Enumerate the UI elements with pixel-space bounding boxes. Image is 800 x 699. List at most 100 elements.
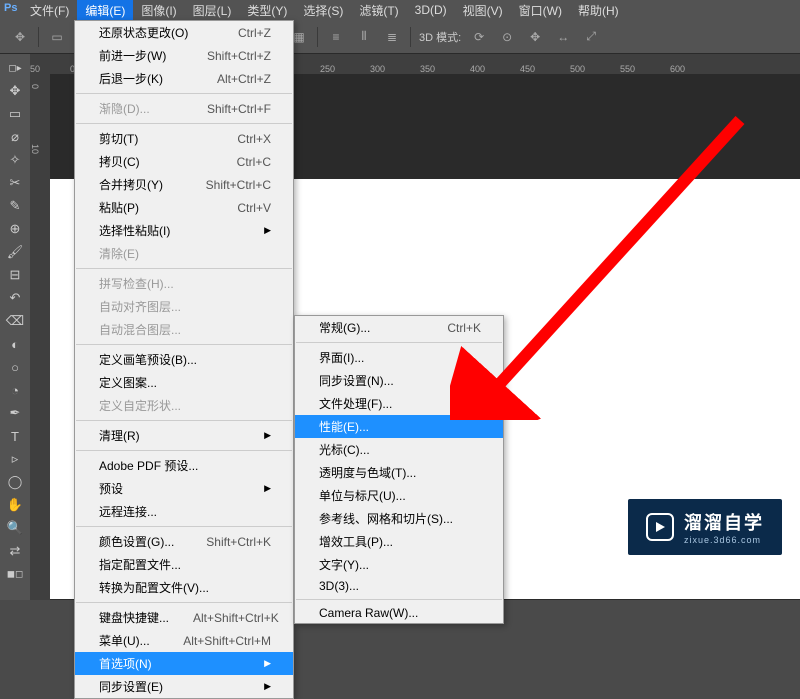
edit-menu-item[interactable]: 合并拷贝(Y)Shift+Ctrl+C — [75, 173, 293, 196]
move-tool-icon[interactable]: ✥ — [4, 81, 26, 101]
prefs-menu-item[interactable]: 光标(C)... — [295, 438, 503, 461]
menu-divider — [76, 268, 292, 269]
edit-menu-item[interactable]: 剪切(T)Ctrl+X — [75, 127, 293, 150]
menu-item-label: 常规(G)... — [319, 319, 370, 336]
dodge-tool-icon[interactable]: ◔ — [4, 380, 26, 400]
gradient-tool-icon[interactable]: ◐ — [4, 334, 26, 354]
edit-menu-item[interactable]: 前进一步(W)Shift+Ctrl+Z — [75, 44, 293, 67]
edit-menu-item[interactable]: 菜单(U)...Alt+Shift+Ctrl+M — [75, 629, 293, 652]
menu-item-label: 定义画笔预设(B)... — [99, 351, 197, 368]
ruler-tick: 300 — [370, 64, 385, 74]
3d-slide-icon[interactable]: ↔ — [553, 27, 573, 47]
edit-menu-item: 定义自定形状... — [75, 394, 293, 417]
move-tool-icon[interactable]: ✥ — [10, 27, 30, 47]
shape-tool-icon[interactable]: ◯ — [4, 472, 26, 492]
edit-menu-item[interactable]: 转换为配置文件(V)... — [75, 576, 293, 599]
menu-item-label: 清理(R) — [99, 427, 140, 444]
prefs-menu-item[interactable]: 界面(I)... — [295, 346, 503, 369]
edit-menu-item[interactable]: 后退一步(K)Alt+Ctrl+Z — [75, 67, 293, 90]
3d-orbit-icon[interactable]: ⟳ — [469, 27, 489, 47]
ps-logo: Ps — [4, 2, 17, 14]
edit-menu-item[interactable]: Adobe PDF 预设... — [75, 454, 293, 477]
edit-menu-item[interactable]: 首选项(N)▶ — [75, 652, 293, 675]
prefs-menu-item[interactable]: 透明度与色域(T)... — [295, 461, 503, 484]
edit-menu-item[interactable]: 拷贝(C)Ctrl+C — [75, 150, 293, 173]
menu-item-label: 单位与标尺(U)... — [319, 487, 406, 504]
3d-scale-icon[interactable]: ⤢ — [581, 27, 601, 47]
brush-tool-icon[interactable]: 🖌 — [4, 242, 26, 262]
zoom-tool-icon[interactable]: 🔍 — [4, 518, 26, 538]
menu-item-label: 预设 — [99, 480, 123, 497]
menu-shortcut: Shift+Ctrl+K — [206, 535, 271, 549]
tool-opt-1[interactable]: ▭ — [47, 27, 67, 47]
dist-3-icon[interactable]: ≣ — [382, 27, 402, 47]
menu-edit[interactable]: 编辑(E) — [77, 0, 133, 21]
prefs-menu-item[interactable]: 性能(E)... — [295, 415, 503, 438]
eyedropper-icon[interactable]: ✎ — [4, 196, 26, 216]
prefs-menu-item[interactable]: 增效工具(P)... — [295, 530, 503, 553]
prefs-menu-item[interactable]: 同步设置(N)... — [295, 369, 503, 392]
menu-file[interactable]: 文件(F) — [22, 0, 77, 21]
submenu-arrow-icon: ▶ — [264, 681, 271, 692]
edit-menu-item[interactable]: 颜色设置(G)...Shift+Ctrl+K — [75, 530, 293, 553]
menu-3d[interactable]: 3D(D) — [407, 1, 455, 19]
heal-tool-icon[interactable]: ⊕ — [4, 219, 26, 239]
dist-1-icon[interactable]: ≡ — [326, 27, 346, 47]
prefs-menu-item[interactable]: 3D(3)... — [295, 576, 503, 596]
edit-menu-item[interactable]: 选择性粘贴(I)▶ — [75, 219, 293, 242]
path-tool-icon[interactable]: ▹ — [4, 449, 26, 469]
crop-tool-icon[interactable]: ✂ — [4, 173, 26, 193]
menu-item-label: 拷贝(C) — [99, 153, 140, 170]
menu-select[interactable]: 选择(S) — [295, 0, 351, 21]
history-brush-icon[interactable]: ↶ — [4, 288, 26, 308]
prefs-menu-item[interactable]: 单位与标尺(U)... — [295, 484, 503, 507]
menu-item-label: 同步设置(E) — [99, 678, 163, 695]
3d-pan-icon[interactable]: ✥ — [525, 27, 545, 47]
blur-tool-icon[interactable]: ○ — [4, 357, 26, 377]
prefs-menu-item[interactable]: 文字(Y)... — [295, 553, 503, 576]
edit-menu-item[interactable]: 指定配置文件... — [75, 553, 293, 576]
menu-item-label: 拼写检查(H)... — [99, 275, 174, 292]
prefs-menu-item[interactable]: 文件处理(F)... — [295, 392, 503, 415]
dist-2-icon[interactable]: ⦀ — [354, 27, 374, 47]
menu-item-label: 粘贴(P) — [99, 199, 139, 216]
menu-view[interactable]: 视图(V) — [455, 0, 511, 21]
menu-layer[interactable]: 图层(L) — [185, 0, 240, 21]
menu-item-label: 剪切(T) — [99, 130, 138, 147]
edit-menu-item[interactable]: 还原状态更改(O)Ctrl+Z — [75, 21, 293, 44]
edit-menu-item[interactable]: 预设▶ — [75, 477, 293, 500]
quick-mask-icon[interactable]: ◻▸ — [0, 58, 30, 78]
menu-item-label: 还原状态更改(O) — [99, 24, 188, 41]
edit-menu-item[interactable]: 定义画笔预设(B)... — [75, 348, 293, 371]
fg-bg-swatch-icon[interactable]: ◼◻ — [0, 564, 30, 584]
menu-image[interactable]: 图像(I) — [133, 0, 184, 21]
menu-type[interactable]: 类型(Y) — [239, 0, 295, 21]
menu-item-label: 合并拷贝(Y) — [99, 176, 163, 193]
menu-help[interactable]: 帮助(H) — [570, 0, 627, 21]
wand-tool-icon[interactable]: ✧ — [4, 150, 26, 170]
color-swap-icon[interactable]: ⇄ — [4, 541, 26, 561]
edit-menu-item[interactable]: 粘贴(P)Ctrl+V — [75, 196, 293, 219]
edit-menu-item: 渐隐(D)...Shift+Ctrl+F — [75, 97, 293, 120]
edit-menu-item[interactable]: 定义图案... — [75, 371, 293, 394]
edit-menu-item: 自动对齐图层... — [75, 295, 293, 318]
vertical-ruler: 0 10 — [30, 74, 50, 600]
edit-menu-item[interactable]: 清理(R)▶ — [75, 424, 293, 447]
pen-tool-icon[interactable]: ✒ — [4, 403, 26, 423]
marquee-tool-icon[interactable]: ▭ — [4, 104, 26, 124]
edit-menu-item[interactable]: 同步设置(E) ▶ — [75, 675, 293, 698]
prefs-menu-item[interactable]: 参考线、网格和切片(S)... — [295, 507, 503, 530]
stamp-tool-icon[interactable]: ⊟ — [4, 265, 26, 285]
edit-menu-item[interactable]: 键盘快捷键...Alt+Shift+Ctrl+K — [75, 606, 293, 629]
type-tool-icon[interactable]: T — [4, 426, 26, 446]
menu-item-label: 前进一步(W) — [99, 47, 166, 64]
eraser-tool-icon[interactable]: ⌫ — [4, 311, 26, 331]
lasso-tool-icon[interactable]: ⌀ — [4, 127, 26, 147]
hand-tool-icon[interactable]: ✋ — [4, 495, 26, 515]
prefs-menu-item[interactable]: 常规(G)...Ctrl+K — [295, 316, 503, 339]
menu-window[interactable]: 窗口(W) — [511, 0, 570, 21]
3d-roll-icon[interactable]: ⊙ — [497, 27, 517, 47]
prefs-menu-item[interactable]: Camera Raw(W)... — [295, 603, 503, 623]
menu-filter[interactable]: 滤镜(T) — [351, 0, 406, 21]
edit-menu-item[interactable]: 远程连接... — [75, 500, 293, 523]
